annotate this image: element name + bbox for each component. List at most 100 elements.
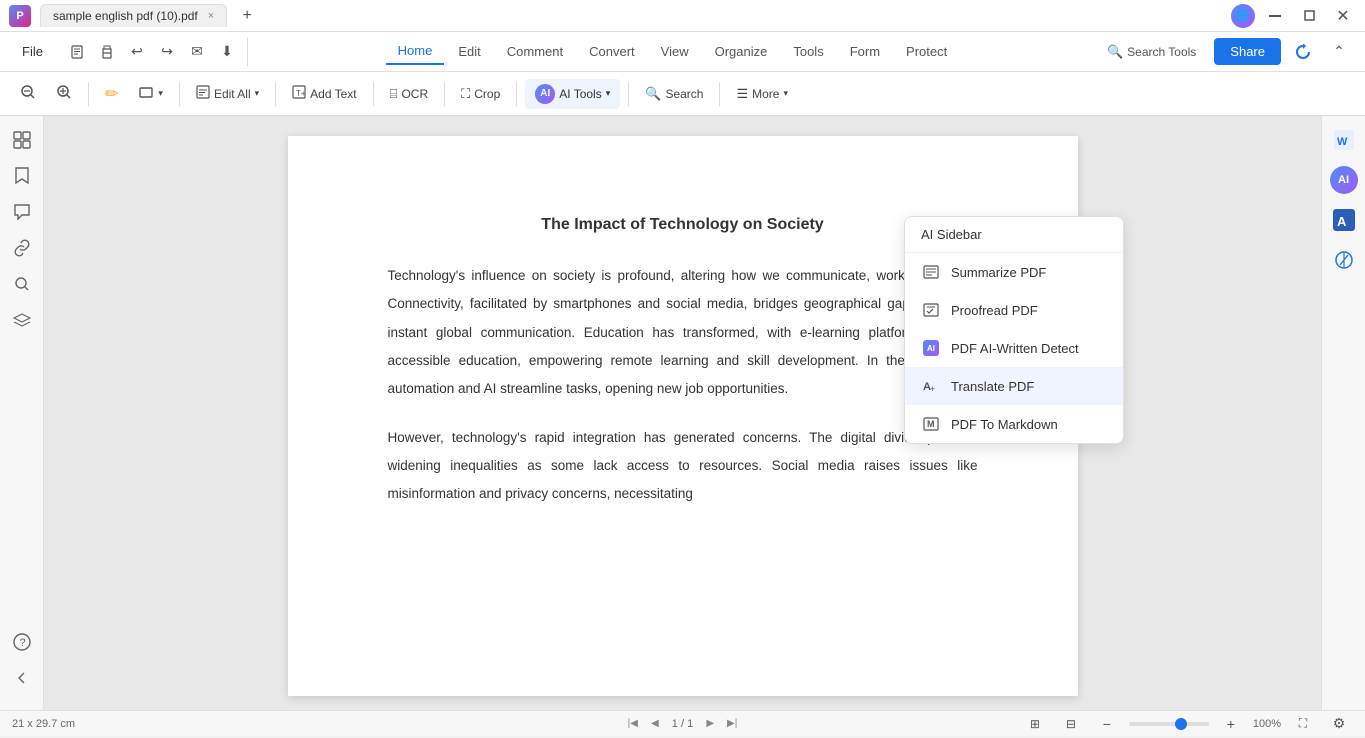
svg-text:?: ? (19, 637, 25, 649)
zoom-out-status-btn[interactable]: − (1093, 710, 1121, 738)
toolbar-sep-5 (444, 82, 445, 106)
tab-close-btn[interactable]: × (208, 10, 214, 22)
profile-icon[interactable]: 🌐 (1231, 4, 1255, 28)
dropdown-header: AI Sidebar (905, 217, 1123, 253)
download-icon[interactable]: ⬇ (213, 38, 241, 66)
highlight-btn[interactable]: ✏ (97, 79, 126, 109)
translate-label: Translate PDF (951, 379, 1034, 394)
ai-detect-label: PDF AI-Written Detect (951, 341, 1079, 356)
sync-icon[interactable] (1289, 38, 1317, 66)
zoom-in-status-btn[interactable]: + (1217, 710, 1245, 738)
tab-form[interactable]: Form (838, 39, 892, 64)
tab-home[interactable]: Home (386, 38, 445, 65)
sidebar-left-arrow[interactable] (6, 662, 38, 694)
settings-status-icon[interactable]: ⚙ (1325, 710, 1353, 738)
new-file-icon[interactable] (63, 38, 91, 66)
rs-ai-icon[interactable]: AI (1328, 164, 1360, 196)
rs-word-icon[interactable]: A (1328, 204, 1360, 236)
search-icon: 🔍 (1107, 44, 1123, 60)
ocr-btn[interactable]: ⌸ OCR (382, 81, 436, 107)
fit-page-icon[interactable]: ⊞ (1021, 710, 1049, 738)
rectangle-btn[interactable]: ▾ (130, 79, 171, 108)
toolbar-sep-3 (275, 82, 276, 106)
tab-protect[interactable]: Protect (894, 39, 959, 64)
zoom-out-btn[interactable] (12, 79, 44, 108)
toolbar-sep-1 (88, 82, 89, 106)
file-menu[interactable]: File (12, 40, 53, 63)
more-btn[interactable]: ☰ More ▾ (728, 81, 796, 107)
tab-convert[interactable]: Convert (577, 39, 647, 64)
tab-comment[interactable]: Comment (495, 39, 575, 64)
print-icon[interactable] (93, 38, 121, 66)
dropdown-summarize[interactable]: Summarize PDF (905, 253, 1123, 291)
share-button[interactable]: Share (1214, 38, 1281, 65)
translate-icon: A+ (921, 376, 941, 396)
nav-tabs: Home Edit Comment Convert View Organize … (252, 38, 1093, 65)
sidebar-link-icon[interactable] (6, 232, 38, 264)
summarize-icon (921, 262, 941, 282)
toolbar-sep-2 (179, 82, 180, 106)
toolbar-sep-4 (373, 82, 374, 106)
add-text-label: Add Text (310, 87, 356, 101)
tab-view[interactable]: View (649, 39, 701, 64)
menubar-right: 🔍 Search Tools Share ⌃ (1097, 38, 1353, 66)
dropdown-markdown[interactable]: M PDF To Markdown (905, 405, 1123, 443)
search-btn[interactable]: 🔍 Search (637, 81, 711, 107)
last-page-btn[interactable]: ▶| (723, 715, 741, 733)
ai-tools-dropdown: AI Sidebar Summarize PDF Proofread PDF A… (904, 216, 1124, 444)
tab-edit[interactable]: Edit (446, 39, 492, 64)
zoom-level: 100% (1253, 718, 1281, 730)
redo-icon[interactable]: ↪ (153, 38, 181, 66)
window-min-icon[interactable] (1261, 2, 1289, 30)
dropdown-translate[interactable]: A+ Translate PDF (905, 367, 1123, 405)
sidebar-search-icon[interactable] (6, 268, 38, 300)
active-tab[interactable]: sample english pdf (10).pdf × (40, 4, 227, 27)
add-text-btn[interactable]: T+ Add Text (284, 80, 364, 107)
rs-settings-icon[interactable] (1328, 244, 1360, 276)
menu-icons: ↩ ↪ ✉ ⬇ (57, 38, 248, 66)
crop-icon: ⛶ (461, 86, 470, 102)
sidebar-bottom: ? (6, 626, 38, 702)
undo-icon[interactable]: ↩ (123, 38, 151, 66)
ai-tools-btn[interactable]: AI AI Tools ▾ (525, 79, 620, 109)
fullscreen-icon[interactable]: ⛶ (1289, 710, 1317, 738)
sidebar-comment-icon[interactable] (6, 196, 38, 228)
window-restore-icon[interactable] (1295, 2, 1323, 30)
dropdown-proofread[interactable]: Proofread PDF (905, 291, 1123, 329)
search-tools-btn[interactable]: 🔍 Search Tools (1097, 39, 1206, 65)
prev-page-btn[interactable]: ◀ (646, 715, 664, 733)
toolbar: ✏ ▾ Edit All ▾ T+ Add Text ⌸ OCR ⛶ Crop … (0, 72, 1365, 116)
zoom-thumb (1175, 718, 1187, 730)
tab-tools[interactable]: Tools (781, 39, 835, 64)
window-close-icon[interactable]: ✕ (1329, 2, 1357, 30)
edit-all-label: Edit All (214, 87, 251, 101)
sidebar-bookmark-icon[interactable] (6, 160, 38, 192)
main-area: ? The Impact of Technology on Society Te… (0, 116, 1365, 710)
sidebar-help-icon[interactable]: ? (6, 626, 38, 658)
tab-organize[interactable]: Organize (703, 39, 780, 64)
pdf-title: The Impact of Technology on Society (388, 216, 978, 234)
zoom-slider[interactable] (1129, 722, 1209, 726)
add-tab-btn[interactable]: + (235, 4, 259, 28)
tab-label: sample english pdf (10).pdf (53, 9, 198, 23)
ocr-label: OCR (401, 87, 428, 101)
edit-all-btn[interactable]: Edit All ▾ (188, 80, 267, 107)
dropdown-ai-detect[interactable]: AI PDF AI-Written Detect (905, 329, 1123, 367)
crop-btn[interactable]: ⛶ Crop (453, 81, 508, 107)
markdown-label: PDF To Markdown (951, 417, 1058, 432)
titlebar-left: P sample english pdf (10).pdf × + (8, 4, 1231, 28)
proofread-label: Proofread PDF (951, 303, 1038, 318)
more-label: More (752, 87, 779, 101)
fit-width-icon[interactable]: ⊟ (1057, 710, 1085, 738)
next-page-btn[interactable]: ▶ (701, 715, 719, 733)
crop-label: Crop (474, 87, 500, 101)
zoom-in-btn[interactable] (48, 79, 80, 108)
ai-detect-icon: AI (921, 338, 941, 358)
chevron-up-icon[interactable]: ⌃ (1325, 38, 1353, 66)
sidebar-thumbnail-icon[interactable] (6, 124, 38, 156)
mail-icon[interactable]: ✉ (183, 38, 211, 66)
rs-translate-icon[interactable]: W (1328, 124, 1360, 156)
first-page-btn[interactable]: |◀ (624, 715, 642, 733)
statusbar-dimensions: 21 x 29.7 cm (12, 718, 624, 730)
sidebar-layers-icon[interactable] (6, 304, 38, 336)
